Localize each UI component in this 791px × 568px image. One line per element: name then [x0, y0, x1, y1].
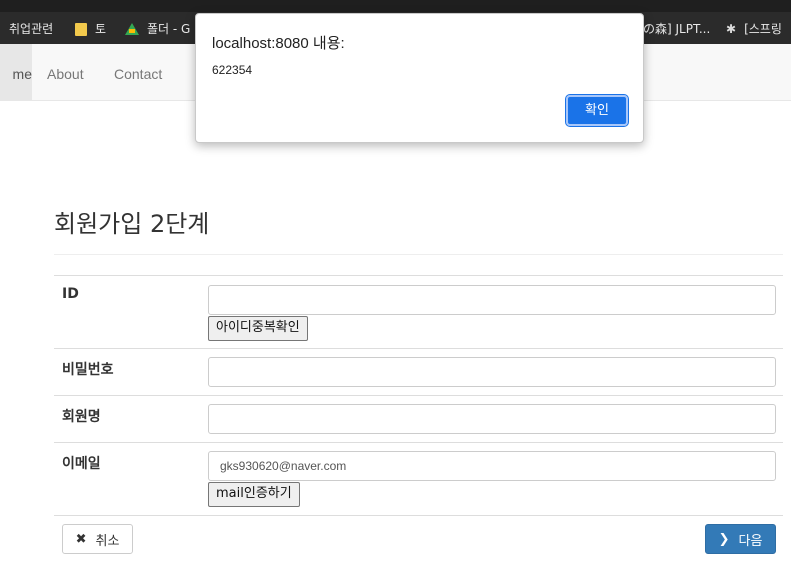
id-label: ID — [62, 286, 79, 302]
password-input[interactable] — [208, 357, 776, 387]
cancel-button[interactable]: ✖ 취소 — [62, 524, 133, 554]
bookmark-label: [스프링 — [744, 22, 782, 36]
folder-icon — [75, 22, 87, 36]
nav-home-label: me — [12, 66, 32, 82]
next-label: 다음 — [738, 533, 763, 549]
cancel-label: 취소 — [95, 533, 120, 549]
dialog-title: localhost:8080 내용: — [212, 35, 345, 52]
close-icon: ✖ — [75, 531, 87, 547]
id-duplicate-check-button[interactable]: 아이디중복확인 — [208, 316, 308, 341]
nav-about-label: About — [47, 66, 84, 82]
google-drive-icon — [125, 23, 139, 35]
form-row-email: 이메일 mail인증하기 — [54, 442, 783, 515]
next-button[interactable]: ❯ 다음 — [705, 524, 776, 554]
bookmark-label: の森] JLPT... — [643, 22, 711, 36]
member-name-input[interactable] — [208, 404, 776, 434]
nav-contact[interactable]: Contact — [114, 44, 162, 100]
bookmark-item[interactable]: の森] JLPT... — [643, 20, 710, 38]
dialog-message: 622354 — [212, 63, 253, 77]
chevron-right-icon: ❯ — [718, 531, 730, 547]
email-label: 이메일 — [62, 456, 101, 472]
form-row-id: ID 아이디중복확인 — [54, 275, 783, 348]
id-input[interactable] — [208, 285, 776, 315]
bookmark-item[interactable]: ✱ [스프링 — [726, 20, 782, 38]
nav-about[interactable]: About — [47, 44, 84, 100]
browser-top-strip — [0, 0, 791, 12]
mail-verify-button[interactable]: mail인증하기 — [208, 482, 300, 507]
email-input[interactable] — [208, 451, 776, 481]
bookmark-label: 취업관련 — [9, 22, 54, 36]
title-divider — [54, 254, 783, 255]
nav-contact-label: Contact — [114, 66, 163, 82]
bookmark-label: 폴더 - G — [147, 22, 191, 36]
form-row-name: 회원명 — [54, 395, 783, 442]
form-bottom-divider — [54, 515, 783, 516]
page-title: 회원가입 2단계 — [54, 210, 210, 238]
bookmark-item[interactable]: 폴더 - G — [125, 20, 190, 38]
bookmark-label: 토 — [95, 22, 107, 36]
form-row-password: 비밀번호 — [54, 348, 783, 395]
member-name-label: 회원명 — [62, 409, 101, 425]
bookmark-item[interactable]: 토 — [75, 20, 106, 38]
github-icon: ✱ — [726, 22, 737, 36]
dialog-ok-button[interactable]: 확인 — [565, 94, 629, 127]
password-label: 비밀번호 — [62, 362, 114, 378]
alert-dialog: localhost:8080 내용: 622354 확인 — [195, 13, 644, 143]
nav-home[interactable]: me — [0, 44, 32, 100]
bookmark-item[interactable]: 취업관련 — [9, 20, 53, 38]
